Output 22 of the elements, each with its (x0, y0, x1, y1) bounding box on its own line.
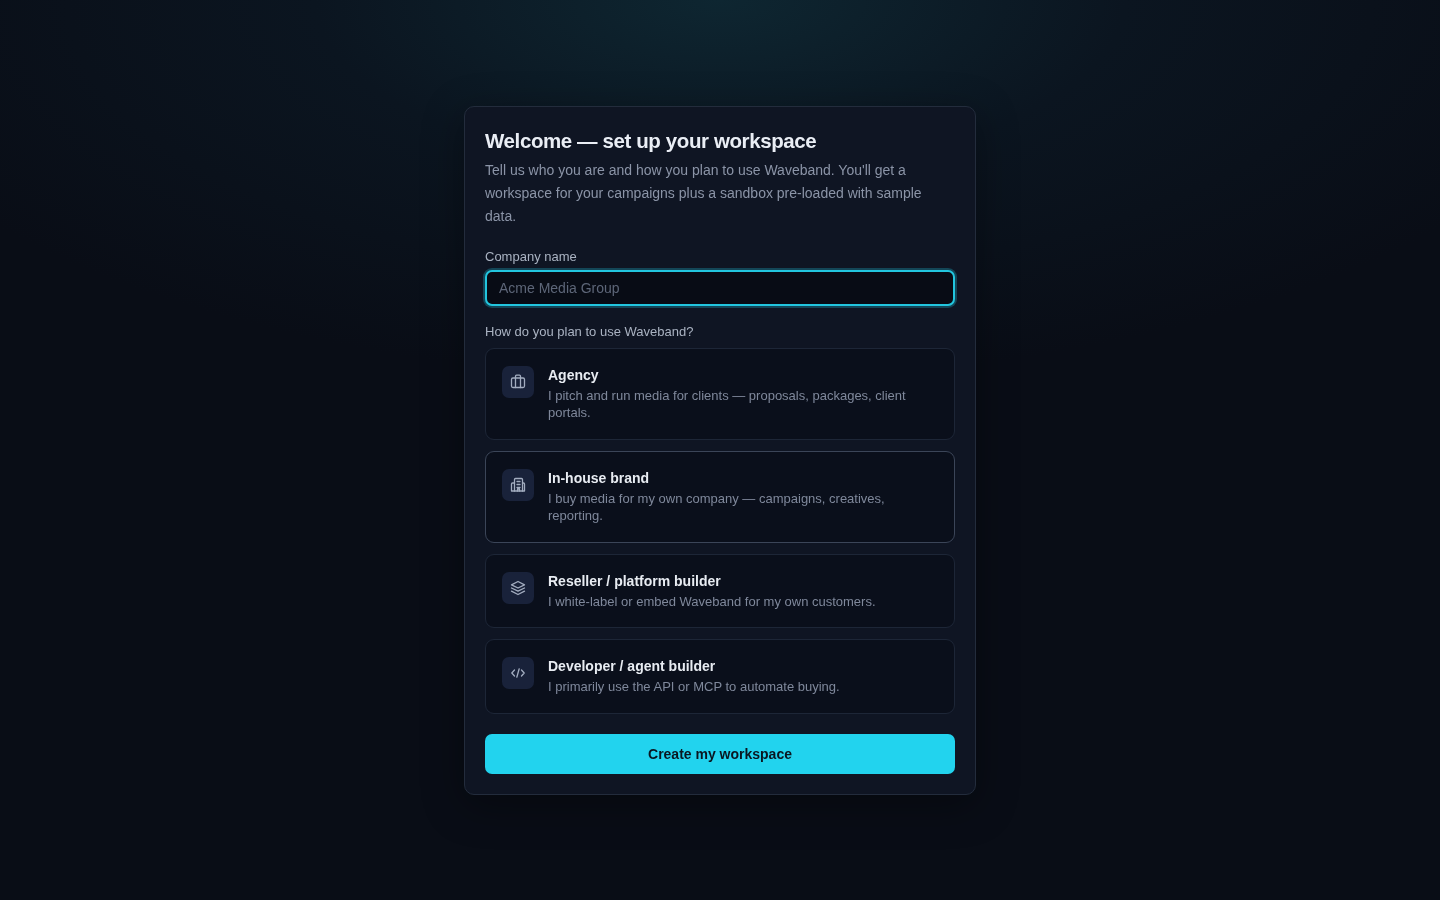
role-option-card[interactable]: In-house brand I buy media for my own company — campaigns, creatives, reporting. (485, 450, 955, 543)
company-name-input[interactable]: Acme Media Group (485, 269, 955, 306)
layers-icon (502, 571, 534, 604)
usage-question: How do you plan to use Waveband? (485, 322, 695, 341)
option-title: Agency (548, 365, 600, 384)
intro-text: Tell us who you are and how you plan to use Waveband. You'll get a workspace for your campaigns plus a sandbox pre-loaded with sample data. (485, 160, 923, 226)
code-icon (502, 657, 534, 689)
create-workspace-button[interactable]: Create my workspace (485, 733, 955, 774)
role-option-card[interactable]: Developer / agent builder I primarily use the API or MCP to automate buying. (485, 639, 955, 714)
option-title: Developer / agent builder (548, 657, 717, 675)
option-title: In-house brand (548, 468, 651, 487)
role-option-card[interactable]: Agency I pitch and run media for clients — proposals, packages, client portals. (485, 347, 955, 440)
welcome-title: Welcome — set up your workspace (485, 127, 818, 154)
option-description: I buy media for my own company — campaigns, creatives, reporting. (548, 489, 886, 525)
option-description: I white-label or embed Waveband for my own customers. (548, 592, 876, 610)
option-description: I pitch and run media for clients — proposals, packages, client portals. (548, 386, 907, 422)
building-icon (502, 468, 534, 501)
company-name-label: Company name (485, 247, 578, 266)
briefcase-icon (502, 365, 534, 398)
role-option-card[interactable]: Reseller / platform builder I white-label or embed Waveband for my own customers. (485, 553, 955, 628)
option-description: I primarily use the API or MCP to automate buying. (548, 678, 840, 696)
option-title: Reseller / platform builder (548, 571, 722, 590)
